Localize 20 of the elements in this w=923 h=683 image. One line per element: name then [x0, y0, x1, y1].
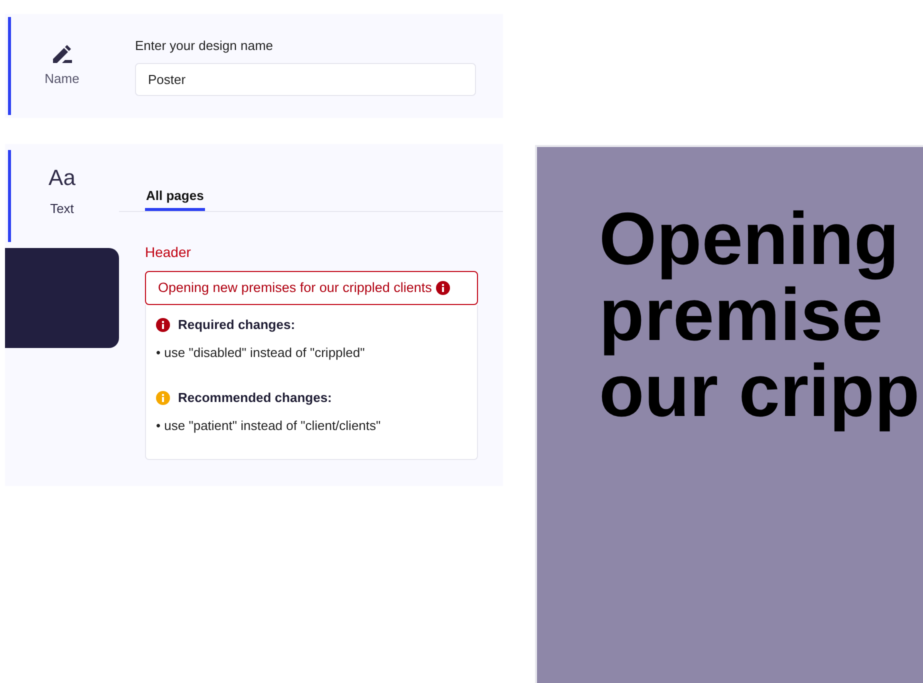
tab[interactable]: All pages — [145, 184, 205, 211]
field-label: Enter your design name — [135, 36, 274, 55]
error-icon — [436, 281, 450, 295]
sidebar-label: Name — [44, 70, 80, 88]
sidebar-label: Text — [50, 200, 74, 218]
sidebar-item[interactable]: Aa Text — [5, 144, 119, 242]
header-input[interactable]: Opening new premises for our crippled clients — [145, 271, 478, 305]
issue-title: Recommended changes: — [178, 389, 332, 407]
text-icon: Aa — [48, 167, 76, 190]
issue-title: Required changes: — [178, 316, 296, 334]
sidebar-tile[interactable] — [5, 248, 119, 348]
pencil-icon — [50, 43, 74, 66]
name-input[interactable]: Poster — [135, 63, 476, 96]
issue-item: • use "patient" instead of "client/clients" — [156, 416, 382, 435]
warning-icon — [156, 390, 170, 405]
sidebar-item[interactable]: Name — [5, 14, 119, 118]
field-label: Header — [145, 243, 192, 262]
error-icon — [156, 318, 170, 332]
design-canvas[interactable]: Opening premise our cripp — [535, 145, 923, 683]
issue-item: • use "disabled" instead of "crippled" — [156, 344, 366, 362]
